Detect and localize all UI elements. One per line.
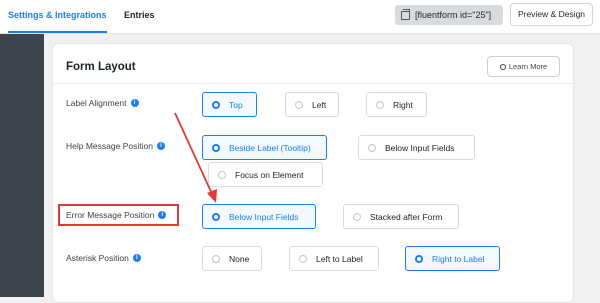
annotation-arrow: [174, 112, 217, 203]
arrow-shaft: [174, 112, 214, 197]
arrow-head: [207, 189, 217, 203]
